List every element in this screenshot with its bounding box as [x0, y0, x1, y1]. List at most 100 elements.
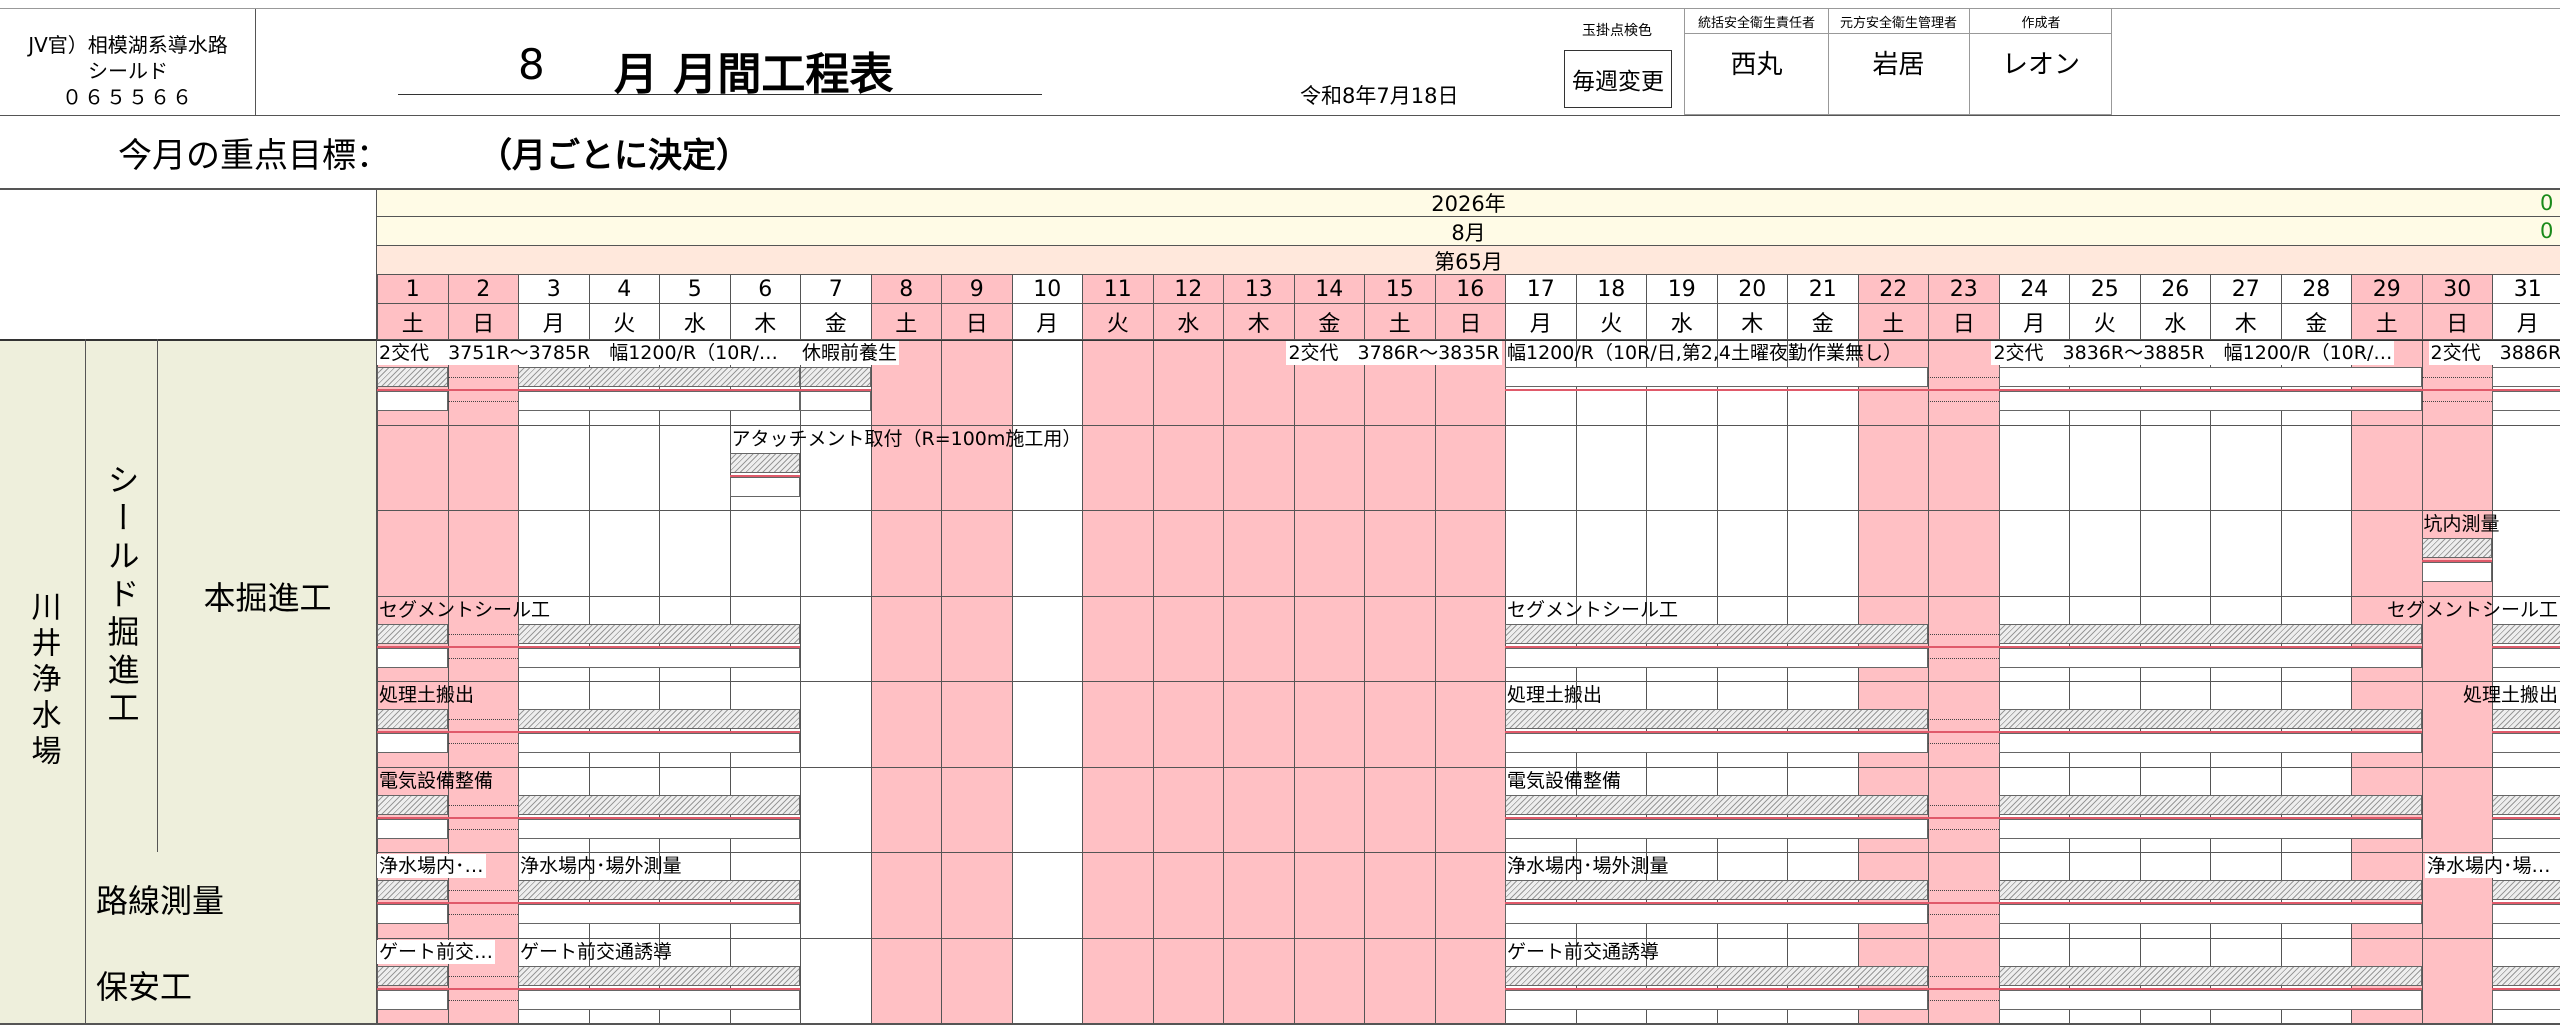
schedule-bar-plan [518, 647, 800, 668]
row-separator [157, 766, 2560, 768]
schedule-redline [1505, 389, 1928, 391]
day-number: 15 [1364, 275, 1435, 304]
header-bottom-border [0, 115, 2560, 116]
day-number: 7 [800, 275, 871, 304]
day-number: 17 [1505, 275, 1576, 304]
weekday: 日 [2421, 304, 2492, 339]
schedule-redline [2492, 987, 2560, 990]
role-title-0: 統括安全衛生責任者 [1697, 15, 1815, 31]
schedule-redline [1928, 389, 1999, 391]
task-label-excavation-2: 2交代 3786R～3835R [1286, 341, 1502, 365]
task-label-soil-removal-1: 処理土搬出 [379, 684, 475, 706]
weekday: 火 [1575, 304, 1646, 339]
schedule-dotted [1928, 804, 1999, 806]
schedule-bar-hatched [1505, 794, 1928, 815]
weekday: 日 [447, 304, 518, 339]
schedule-redline [1505, 645, 1928, 648]
schedule-bar-plan [2492, 989, 2560, 1010]
schedule-bar-hatched [518, 880, 800, 900]
page-title: 月 月間工程表 [614, 49, 894, 100]
schedule-redline [447, 987, 518, 990]
tamakake-label: 玉掛点検色 [1582, 23, 1652, 39]
day-number: 14 [1293, 275, 1364, 304]
task-label-segment-seal-3: セグメントシール工 [2386, 598, 2558, 621]
schedule-dotted [2421, 401, 2492, 402]
schedule-redline [1928, 731, 1999, 733]
work-safety-label: 保安工 [96, 967, 193, 1006]
schedule-redline [447, 645, 518, 648]
task-label-traffic-3: ゲート前交通誘導 [1507, 940, 1660, 963]
schedule-bar-plan [1505, 989, 1928, 1010]
schedule-redline [518, 645, 800, 648]
schedule-bar-hatched [1998, 880, 2422, 900]
schedule-bar-hatched [1998, 794, 2422, 815]
schedule-redline [2492, 731, 2560, 733]
row-separator [157, 424, 2560, 426]
schedule-redline [377, 731, 448, 733]
schedule-redline [377, 645, 448, 648]
schedule-dotted [1928, 890, 1999, 891]
schedule-bar-hatched [2492, 623, 2560, 644]
weekday: 土 [1857, 304, 1928, 339]
schedule-bar-plan [1998, 391, 2422, 411]
roles-table: 統括安全衛生責任者 元方安全衛生管理者 作成者 西丸 岩居 レオン [1684, 8, 2112, 115]
schedule-bar-plan [2492, 818, 2560, 839]
weekday: 土 [1364, 304, 1435, 339]
task-label-segment-seal-1: セグメントシール工 [379, 598, 551, 621]
schedule-redline [518, 987, 800, 990]
weekday: 金 [800, 304, 871, 339]
schedule-dotted [447, 890, 518, 891]
task-label-soil-removal-3: 処理土搬出 [2462, 684, 2558, 706]
schedule-dotted [1928, 914, 1999, 915]
day-number: 3 [518, 275, 589, 304]
task-label-excavation-2b: 幅1200/R（10R/日,第2,4土曜夜勤作業無し） [1507, 342, 1902, 364]
day-number: 19 [1646, 275, 1717, 304]
schedule-dotted [1928, 719, 1999, 720]
row-separator [157, 339, 2560, 340]
schedule-dotted [1928, 377, 1999, 378]
year-label: 2026年 [1431, 192, 1506, 216]
schedule-redline [1998, 645, 2422, 648]
task-label-soil-removal-2: 処理土搬出 [1507, 684, 1603, 706]
schedule-redline [377, 816, 448, 819]
schedule-bar-hatched [1505, 709, 1928, 729]
day-number: 29 [2351, 275, 2422, 304]
weekday: 木 [1223, 304, 1294, 339]
title-underline [398, 94, 1042, 95]
day-number: 4 [588, 275, 659, 304]
weekday: 火 [2069, 304, 2140, 339]
section-label: シールド掘進工 [102, 462, 141, 729]
schedule-redline [1928, 902, 1999, 904]
weekday: 水 [2139, 304, 2210, 339]
schedule-bar-plan [1998, 989, 2422, 1010]
schedule-redline [447, 816, 518, 819]
row-separator [157, 510, 2560, 511]
day-number: 13 [1223, 275, 1294, 304]
task-label-attachment: アタッチメント取付（R=100m施工用） [731, 427, 1082, 450]
goal-label: 今月の重点目標： [118, 136, 390, 176]
schedule-dotted [1928, 633, 1999, 635]
schedule-dotted [447, 999, 518, 1001]
tamakake-value: 毎週変更 [1572, 69, 1664, 95]
month-counter: 0 [2540, 219, 2554, 243]
day-number: 31 [2492, 275, 2560, 304]
schedule-redline [518, 731, 800, 733]
row-separator [85, 852, 2560, 853]
task-label-traffic-1: ゲート前交… [377, 939, 496, 964]
task-label-tunnel-survey: 坑内測量 [2423, 513, 2500, 535]
goal-value: （月ごとに決定） [478, 136, 750, 176]
weekday: 月 [1998, 304, 2069, 339]
weekday: 月 [518, 304, 589, 339]
schedule-bar-plan [2492, 367, 2560, 387]
row-separator [85, 937, 2560, 939]
header-top-border [0, 8, 2560, 9]
role-title-2: 作成者 [2021, 15, 2061, 31]
schedule-bar-hatched [800, 367, 871, 387]
schedule-dotted [1928, 657, 1999, 659]
project-line-3: ０６５５６６ [62, 85, 194, 109]
task-label-excavation-1: 2交代 3751R～3785R 幅1200/R（10R/… [377, 341, 780, 365]
schedule-bar-plan [1998, 367, 2422, 387]
task-label-route-survey-4: 浄水場内･場… [2425, 854, 2553, 878]
weekday: 水 [1152, 304, 1223, 339]
schedule-redline [1505, 987, 1928, 990]
